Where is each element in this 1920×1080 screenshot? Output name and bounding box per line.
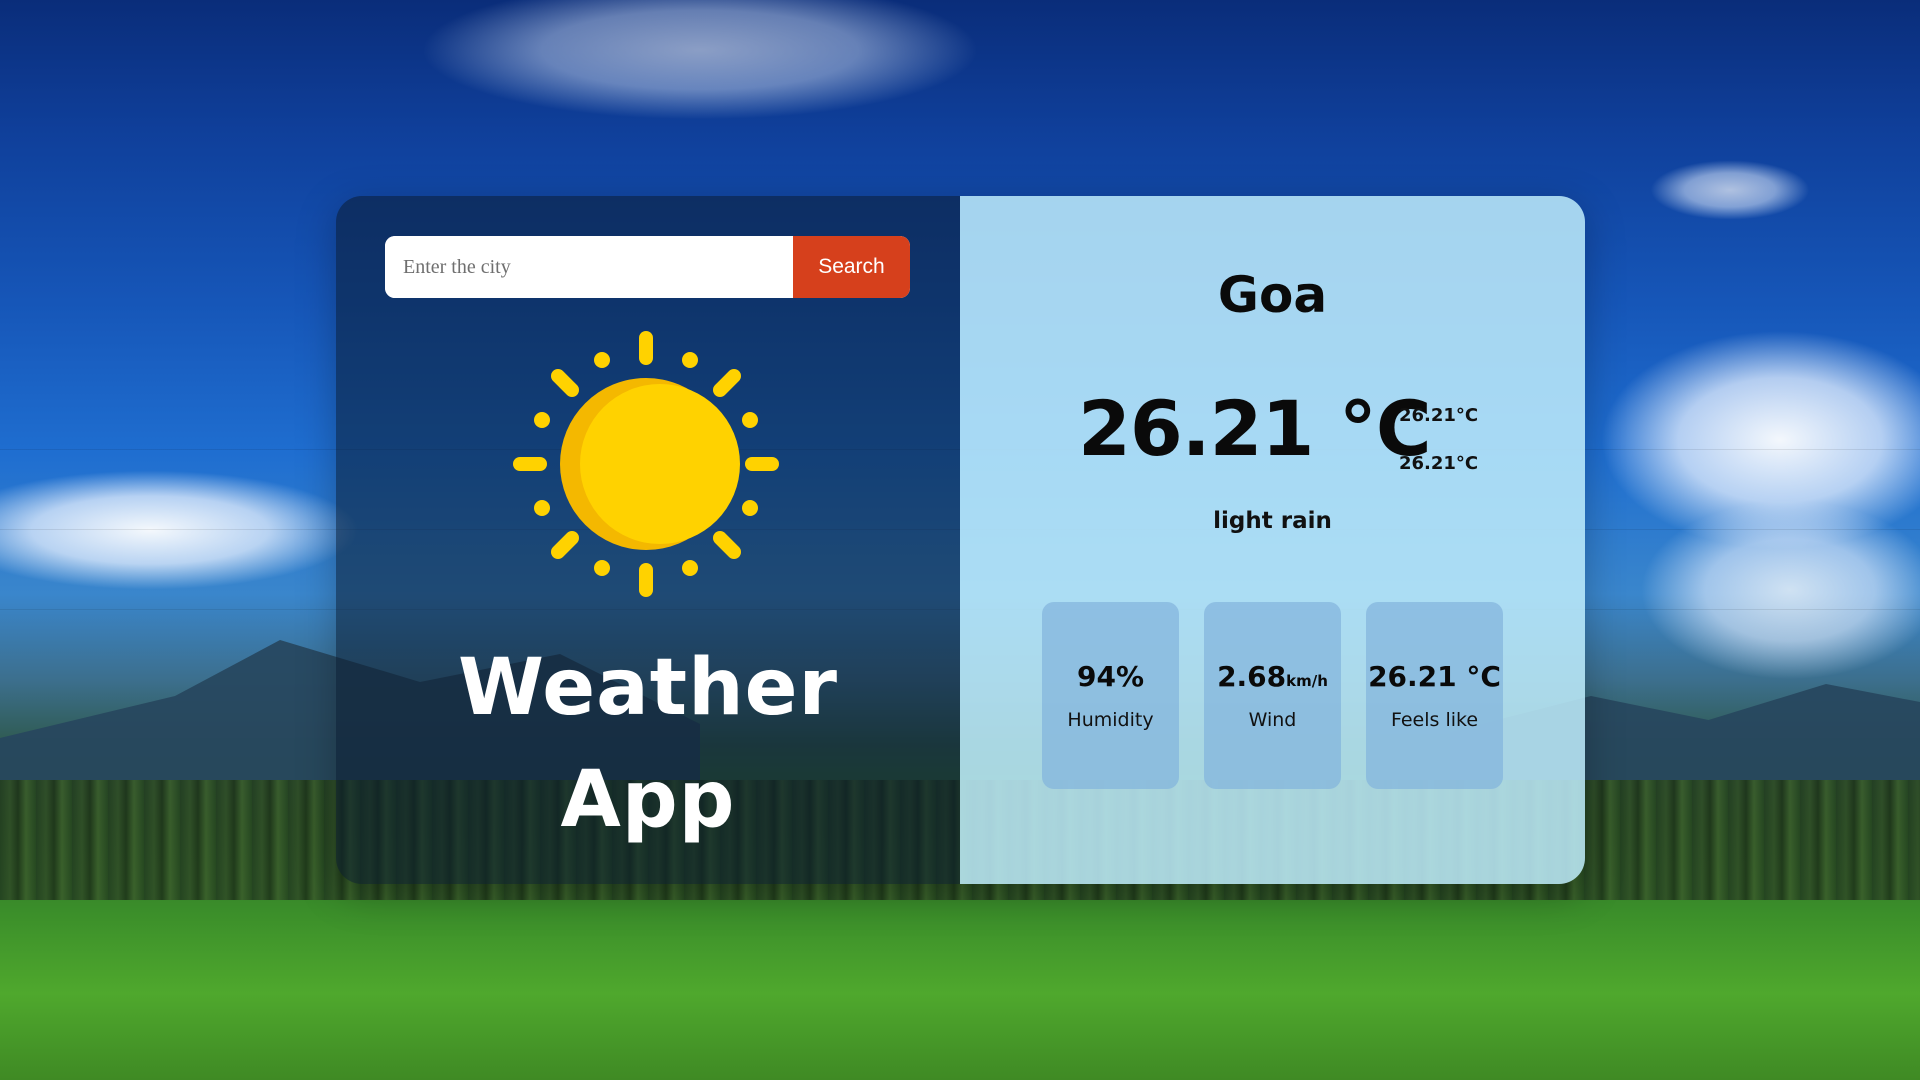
search-button[interactable]: Search xyxy=(792,236,910,298)
wind-unit: km/h xyxy=(1286,672,1328,690)
temperature-range: 26.21°C 26.21°C xyxy=(1399,392,1478,488)
wind-tile: 2.68km/h Wind xyxy=(1204,602,1341,789)
city-search-input[interactable] xyxy=(385,236,793,298)
sun-icon xyxy=(513,331,779,597)
wind-value-number: 2.68 xyxy=(1217,660,1287,693)
feels-like-value-number: 26.21 °C xyxy=(1368,660,1501,693)
feels-like-value: 26.21 °C xyxy=(1366,660,1503,693)
humidity-value: 94% xyxy=(1042,660,1179,693)
cloud xyxy=(1650,160,1810,220)
humidity-value-number: 94% xyxy=(1076,660,1145,693)
city-name: Goa xyxy=(1217,266,1328,324)
cloud xyxy=(420,0,980,120)
wind-value: 2.68km/h xyxy=(1204,660,1341,693)
app-title: Weather App xyxy=(336,632,960,856)
wind-label: Wind xyxy=(1248,709,1297,731)
app-title-line1: Weather xyxy=(458,643,838,733)
weather-condition: light rain xyxy=(1213,508,1332,534)
app-title-line2: App xyxy=(560,755,736,845)
search-bar: Search xyxy=(385,236,910,298)
humidity-label: Humidity xyxy=(1067,709,1154,731)
feels-like-tile: 26.21 °C Feels like xyxy=(1366,602,1503,789)
current-temperature: 26.21 °C xyxy=(1078,384,1432,473)
temp-low: 26.21°C xyxy=(1399,453,1479,474)
feels-like-label: Feels like xyxy=(1390,709,1479,731)
right-panel: Goa 26.21 °C 26.21°C 26.21°C light rain … xyxy=(960,196,1585,884)
left-panel: Search xyxy=(336,196,960,884)
humidity-tile: 94% Humidity xyxy=(1042,602,1179,789)
stats-row: 94% Humidity 2.68km/h Wind 26.21 °C Feel… xyxy=(1042,602,1503,789)
weather-card: Search xyxy=(336,196,1585,884)
temp-high: 26.21°C xyxy=(1399,405,1479,426)
